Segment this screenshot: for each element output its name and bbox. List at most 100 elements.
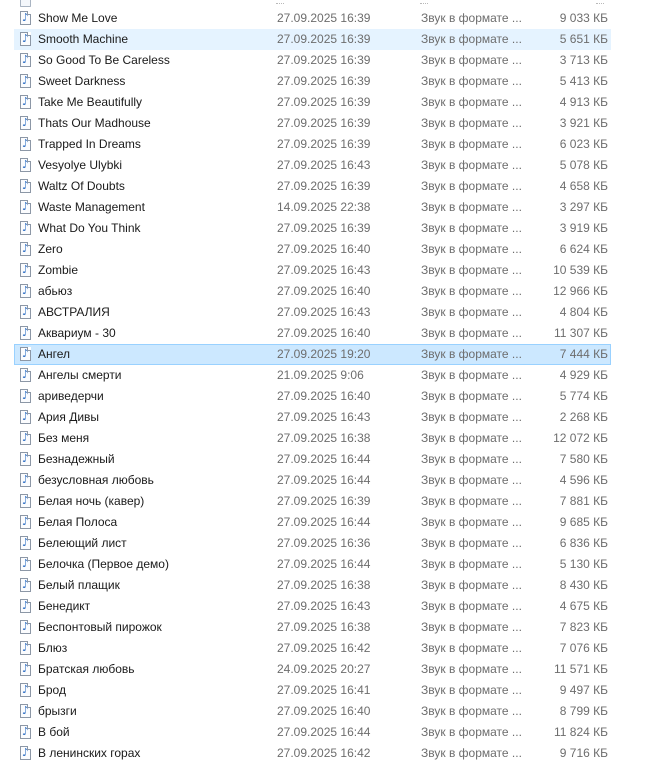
name-cell: ♪ Waste Management bbox=[20, 198, 270, 217]
name-cell: ♪ Zombie bbox=[20, 261, 270, 280]
audio-file-icon: ♪ bbox=[20, 95, 31, 109]
file-row[interactable]: ♪ В ленинских горах 27.09.2025 16:42 Звук в… bbox=[14, 743, 611, 764]
file-type: Звук в формате ... bbox=[421, 515, 522, 529]
file-name: Zero bbox=[38, 242, 63, 256]
file-date: 27.09.2025 16:39 bbox=[277, 74, 371, 88]
file-type: Звук в формате ... bbox=[421, 347, 522, 361]
file-row[interactable]: ♪ Waltz Of Doubts 27.09.2025 16:39 Звук в ф… bbox=[14, 176, 611, 197]
file-name: Беспонтовый пирожок bbox=[38, 620, 162, 634]
file-date: 27.09.2025 16:39 bbox=[277, 32, 371, 46]
file-list[interactable]: ♪ Show Me Love 27.09.2025 16:39 Звук в форм… bbox=[0, 0, 669, 778]
file-date: 27.09.2025 16:39 bbox=[277, 179, 371, 193]
file-row[interactable]: ♪ АВСТРАЛИЯ 27.09.2025 16:43 Звук в формате… bbox=[14, 302, 611, 323]
file-row[interactable]: ♪ Ария Дивы 27.09.2025 16:43 Звук в формате… bbox=[14, 407, 611, 428]
audio-file-icon: ♪ bbox=[20, 536, 31, 550]
audio-file-icon: ♪ bbox=[20, 620, 31, 634]
file-row[interactable]: ♪ Брод 27.09.2025 16:41 Звук в формате ... 9… bbox=[14, 680, 611, 701]
file-size: 3 297 КБ bbox=[559, 200, 608, 214]
file-type: Звук в формате ... bbox=[421, 599, 522, 613]
file-size: 6 624 КБ bbox=[559, 242, 608, 256]
file-row[interactable]: ♪ Vesyolye Ulybki 27.09.2025 16:43 Звук в ф… bbox=[14, 155, 611, 176]
file-date: 27.09.2025 16:39 bbox=[277, 53, 371, 67]
file-date: 27.09.2025 16:44 bbox=[277, 557, 371, 571]
name-cell: ♪ Smooth Machine bbox=[20, 30, 270, 49]
file-name: Vesyolye Ulybki bbox=[38, 158, 123, 172]
file-name: брызги bbox=[38, 704, 77, 718]
name-cell: ♪ Ангел bbox=[20, 345, 270, 364]
file-row[interactable]: ♪ Ангел 27.09.2025 19:20 Звук в формате ...… bbox=[14, 344, 611, 365]
file-size: 7 823 КБ bbox=[559, 620, 608, 634]
previous-row-edge bbox=[14, 0, 611, 7]
file-name: Белая ночь (кавер) bbox=[38, 494, 145, 508]
file-row[interactable]: ♪ Бенедикт 27.09.2025 16:43 Звук в формате … bbox=[14, 596, 611, 617]
name-cell: ♪ Zero bbox=[20, 240, 270, 259]
file-row[interactable]: ♪ Take Me Beautifully 27.09.2025 16:39 Звук… bbox=[14, 92, 611, 113]
name-cell: ♪ Vesyolye Ulybki bbox=[20, 156, 270, 175]
file-row[interactable]: ♪ Zombie 27.09.2025 16:43 Звук в формате ..… bbox=[14, 260, 611, 281]
file-row[interactable]: ♪ брызги 27.09.2025 16:40 Звук в формате ..… bbox=[14, 701, 611, 722]
file-date: 27.09.2025 16:38 bbox=[277, 431, 371, 445]
file-date: 27.09.2025 16:39 bbox=[277, 494, 371, 508]
file-size: 11 307 КБ bbox=[553, 326, 608, 340]
file-row[interactable]: ♪ Белый плащик 27.09.2025 16:38 Звук в форм… bbox=[14, 575, 611, 596]
file-row[interactable]: ♪ What Do You Think 27.09.2025 16:39 Звук в… bbox=[14, 218, 611, 239]
file-row[interactable]: ♪ Белочка (Первое демо) 27.09.2025 16:44 Зв… bbox=[14, 554, 611, 575]
file-row[interactable]: ♪ Братская любовь 24.09.2025 20:27 Звук в ф… bbox=[14, 659, 611, 680]
file-date: 27.09.2025 16:40 bbox=[277, 284, 371, 298]
file-row[interactable]: ♪ Безнадежный 27.09.2025 16:44 Звук в форма… bbox=[14, 449, 611, 470]
name-cell: ♪ Белеющий лист bbox=[20, 534, 270, 553]
audio-file-icon: ♪ bbox=[20, 368, 31, 382]
file-type: Звук в формате ... bbox=[421, 158, 522, 172]
file-name: Братская любовь bbox=[38, 662, 135, 676]
file-row[interactable]: ♪ Ангелы смерти 21.09.2025 9:06 Звук в форм… bbox=[14, 365, 611, 386]
file-size: 7 881 КБ bbox=[559, 494, 608, 508]
file-row[interactable]: ♪ Smooth Machine 27.09.2025 16:39 Звук в фо… bbox=[14, 29, 611, 50]
file-size: 6 023 КБ bbox=[559, 137, 608, 151]
audio-file-icon: ♪ bbox=[20, 641, 31, 655]
file-type: Звук в формате ... bbox=[421, 11, 522, 25]
file-row[interactable]: ♪ Show Me Love 27.09.2025 16:39 Звук в форм… bbox=[14, 8, 611, 29]
file-date: 27.09.2025 16:36 bbox=[277, 536, 371, 550]
file-name: Блюз bbox=[38, 641, 68, 655]
file-row[interactable]: ♪ Waste Management 14.09.2025 22:38 Звук в … bbox=[14, 197, 611, 218]
file-size: 11 571 КБ bbox=[553, 662, 608, 676]
file-row[interactable]: ♪ Thats Our Madhouse 27.09.2025 16:39 Звук … bbox=[14, 113, 611, 134]
file-name: Белочка (Первое демо) bbox=[38, 557, 169, 571]
file-row[interactable]: ♪ Белеющий лист 27.09.2025 16:36 Звук в фор… bbox=[14, 533, 611, 554]
file-row[interactable]: ♪ безусловная любовь 27.09.2025 16:44 Звук … bbox=[14, 470, 611, 491]
audio-file-icon: ♪ bbox=[20, 137, 31, 151]
file-size: 7 580 КБ bbox=[559, 452, 608, 466]
file-size: 2 268 КБ bbox=[559, 410, 608, 424]
file-date: 14.09.2025 22:38 bbox=[277, 200, 371, 214]
file-name: Waltz Of Doubts bbox=[38, 179, 125, 193]
name-cell: ♪ Waltz Of Doubts bbox=[20, 177, 270, 196]
audio-file-icon: ♪ bbox=[20, 599, 31, 613]
file-row[interactable]: ♪ So Good To Be Careless 27.09.2025 16:39 З… bbox=[14, 50, 611, 71]
file-date: 27.09.2025 16:41 bbox=[277, 683, 371, 697]
file-name: В ленинских горах bbox=[38, 746, 141, 760]
file-row[interactable]: ♪ Белая ночь (кавер) 27.09.2025 16:39 Звук … bbox=[14, 491, 611, 512]
file-row[interactable]: ♪ В бой 27.09.2025 16:44 Звук в формате ...… bbox=[14, 722, 611, 743]
file-row[interactable]: ♪ Trapped In Dreams 27.09.2025 16:39 Звук в… bbox=[14, 134, 611, 155]
audio-file-icon: ♪ bbox=[20, 578, 31, 592]
file-name: Show Me Love bbox=[38, 11, 118, 25]
file-row[interactable]: ♪ Аквариум - 30 27.09.2025 16:40 Звук в фор… bbox=[14, 323, 611, 344]
file-row[interactable]: ♪ Блюз 27.09.2025 16:42 Звук в формате ... 7… bbox=[14, 638, 611, 659]
file-date: 27.09.2025 16:39 bbox=[277, 221, 371, 235]
file-row[interactable]: ♪ абьюз 27.09.2025 16:40 Звук в формате ...… bbox=[14, 281, 611, 302]
file-row[interactable]: ♪ Без меня 27.09.2025 16:38 Звук в формате … bbox=[14, 428, 611, 449]
audio-file-icon: ♪ bbox=[20, 53, 31, 67]
name-cell: ♪ Безнадежный bbox=[20, 450, 270, 469]
file-row[interactable]: ♪ Беспонтовый пирожок 27.09.2025 16:38 Звук… bbox=[14, 617, 611, 638]
file-row[interactable]: ♪ Sweet Darkness 27.09.2025 16:39 Звук в фо… bbox=[14, 71, 611, 92]
file-size: 5 078 КБ bbox=[559, 158, 608, 172]
file-name: Без меня bbox=[38, 431, 90, 445]
file-row[interactable]: ♪ ариведерчи 27.09.2025 16:40 Звук в формат… bbox=[14, 386, 611, 407]
file-name: абьюз bbox=[38, 284, 73, 298]
file-type: Звук в формате ... bbox=[421, 452, 522, 466]
file-row[interactable]: ♪ Zero 27.09.2025 16:40 Звук в формате ... 6… bbox=[14, 239, 611, 260]
file-date: 27.09.2025 19:20 bbox=[277, 347, 371, 361]
file-name: Zombie bbox=[38, 263, 79, 277]
file-name: Ангел bbox=[38, 347, 71, 361]
file-row[interactable]: ♪ Белая Полоса 27.09.2025 16:44 Звук в форм… bbox=[14, 512, 611, 533]
